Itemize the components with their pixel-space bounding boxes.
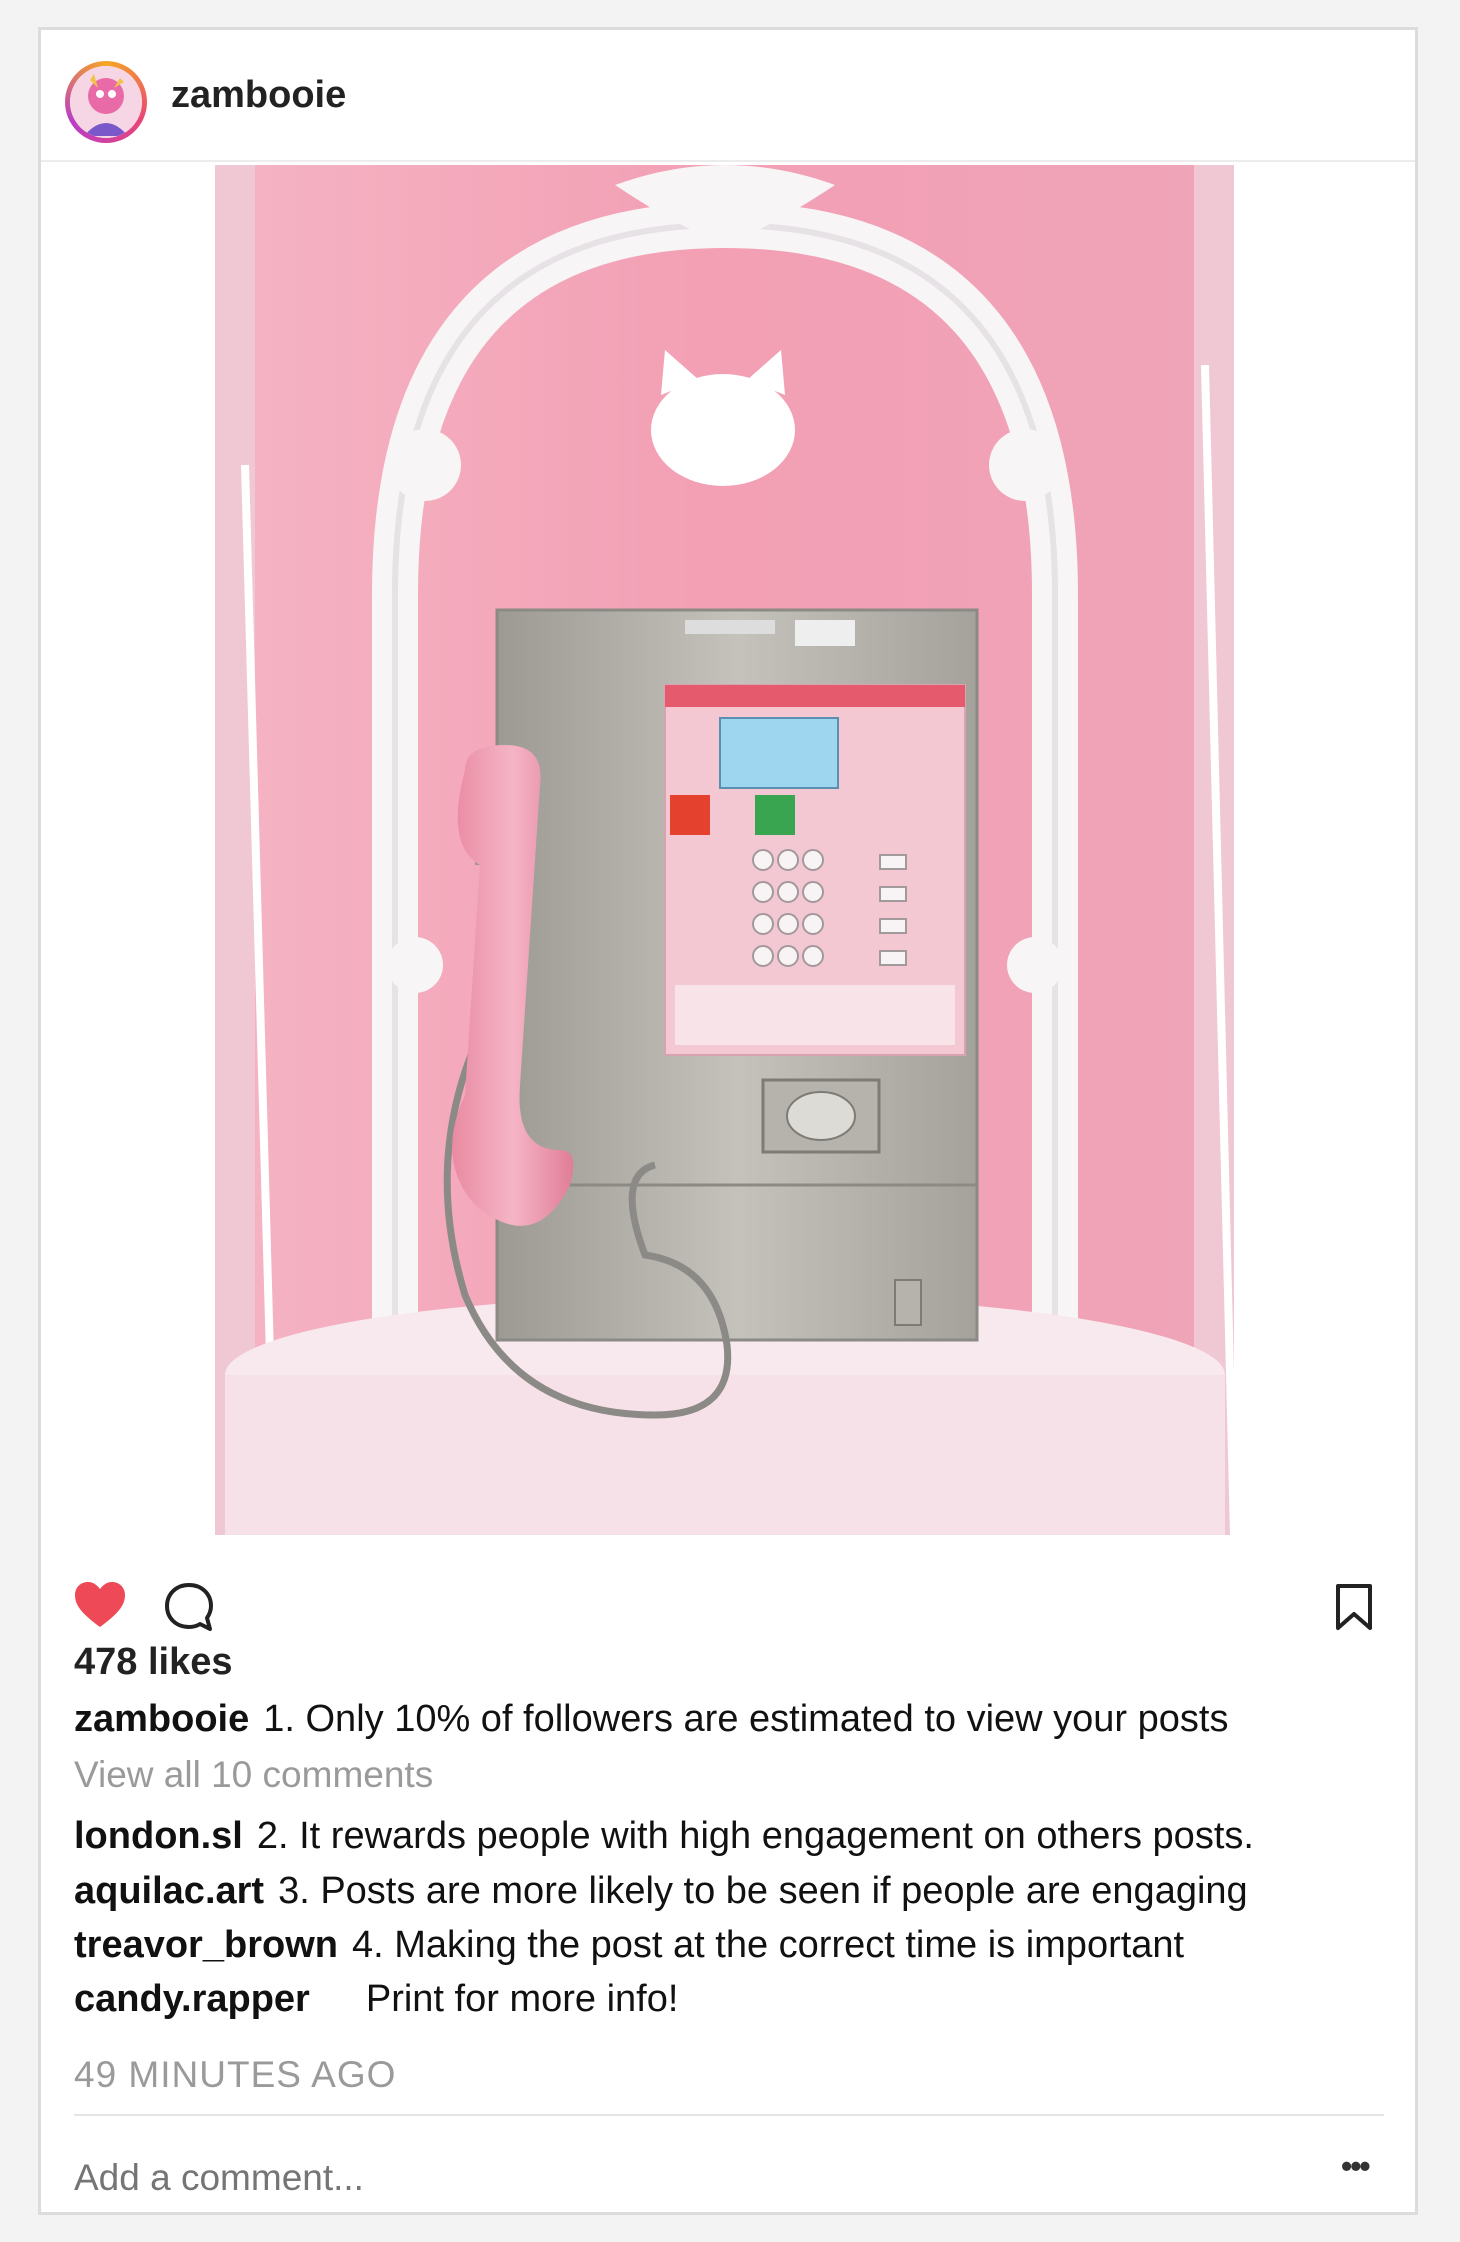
add-comment-input[interactable] (74, 2157, 1254, 2199)
view-all-comments-link[interactable]: View all 10 comments (74, 1754, 433, 1796)
comment-username[interactable]: treavor_brown (74, 1924, 338, 1966)
post-actions (41, 1565, 1415, 1635)
comment-username[interactable]: candy.rapper (74, 1978, 310, 2020)
bookmark-icon[interactable] (1334, 1583, 1374, 1636)
comment-row: aquilac.art 3. Posts are more likely to b… (74, 1870, 1248, 1913)
comment-text: 2. It rewards people with high engagemen… (256, 1815, 1254, 1857)
comment-icon[interactable] (163, 1581, 215, 1638)
more-icon[interactable]: ••• (1341, 2148, 1371, 2185)
comment-text: 4. Making the post at the correct time i… (351, 1924, 1185, 1966)
caption: zambooie 1. Only 10% of followers are est… (74, 1698, 1228, 1741)
comment-row: treavor_brown 4. Making the post at the c… (74, 1924, 1184, 1967)
caption-username[interactable]: zambooie (74, 1698, 249, 1740)
comment-row: london.sl 2. It rewards people with high … (74, 1815, 1254, 1858)
avatar-image (70, 66, 142, 138)
likes-count[interactable]: 478 likes (74, 1641, 232, 1684)
comment-text: 3. Posts are more likely to be seen if p… (278, 1870, 1248, 1912)
divider (74, 2114, 1384, 2116)
post-header: zambooie (41, 30, 1415, 162)
avatar[interactable] (65, 61, 147, 143)
comment-username[interactable]: aquilac.art (74, 1870, 264, 1912)
comment-row: candy.rapper Print for more info! (74, 1978, 678, 2021)
post-photo[interactable] (215, 165, 1234, 1535)
heart-icon[interactable] (73, 1581, 127, 1634)
comment-text: Print for more info! (365, 1978, 679, 2020)
post-card: zambooie 478 likes zambooie 1. Only 10% … (38, 27, 1418, 2215)
caption-text: 1. Only 10% of followers are estimated t… (263, 1698, 1229, 1740)
post-timestamp[interactable]: 49 MINUTES AGO (74, 2054, 396, 2096)
post-author-username[interactable]: zambooie (171, 74, 346, 117)
comment-username[interactable]: london.sl (74, 1815, 243, 1857)
